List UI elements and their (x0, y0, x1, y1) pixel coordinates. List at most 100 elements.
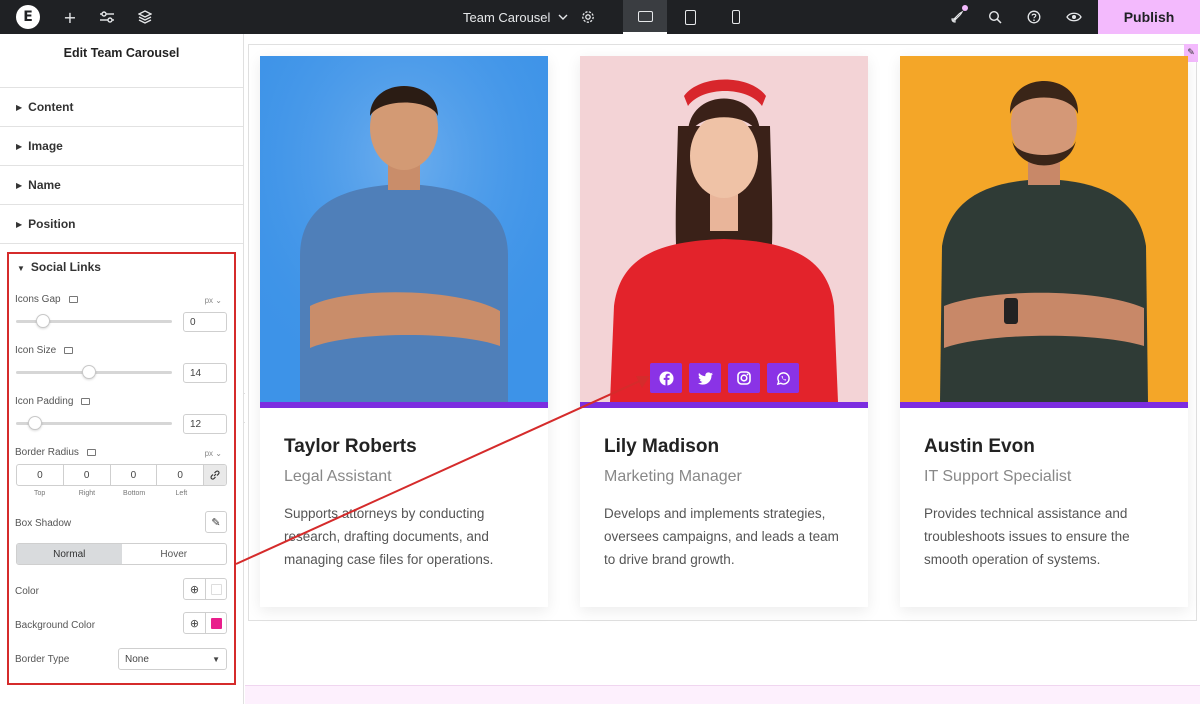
tab-normal[interactable]: Normal (17, 544, 122, 564)
section-image[interactable]: ▶ Image (0, 127, 243, 166)
accent-bar (260, 402, 548, 408)
section-position[interactable]: ▶ Position (0, 205, 243, 244)
team-member-description: Supports attorneys by conducting researc… (284, 506, 494, 567)
border-radius-inputs: 0 0 0 0 (16, 464, 227, 486)
desktop-responsive-icon[interactable] (86, 449, 96, 456)
section-content[interactable]: ▶ Content (0, 88, 243, 127)
section-label: Position (28, 217, 76, 231)
section-label: Social Links (30, 260, 101, 274)
tablet-view-button[interactable] (668, 0, 712, 34)
color-picker: ⊕ (183, 578, 227, 600)
team-member-name: Taylor Roberts (284, 436, 417, 457)
radius-right-input[interactable]: 0 (64, 465, 111, 485)
icon-size-label: Icon Size (15, 345, 74, 356)
radius-bottom-input[interactable]: 0 (111, 465, 158, 485)
help-icon[interactable] (1019, 0, 1049, 34)
team-member-photo (900, 56, 1188, 402)
social-links-section: ▼ Social Links Icons Gap px ⌄ 0 Icon Size… (7, 252, 236, 685)
icons-gap-slider[interactable] (16, 314, 172, 328)
border-radius-label: Border Radius (15, 447, 96, 458)
team-member-name: Lily Madison (604, 436, 720, 457)
side-label: Left (175, 490, 188, 497)
border-type-label: Border Type (15, 654, 70, 665)
search-icon[interactable] (980, 0, 1010, 34)
radius-side-labels: Top Right Bottom Left (16, 490, 205, 497)
side-label: Top (33, 490, 46, 497)
page-title-dropdown[interactable]: Team Carousel (463, 0, 568, 34)
slider-handle[interactable] (82, 365, 97, 379)
link-values-icon[interactable] (204, 465, 226, 485)
mobile-view-button[interactable] (714, 0, 758, 34)
desktop-responsive-icon[interactable] (68, 296, 78, 303)
select-value: None (125, 653, 149, 665)
box-shadow-label: Box Shadow (15, 518, 72, 529)
border-type-select[interactable]: None ▼ (118, 648, 227, 670)
icon-size-slider[interactable] (16, 365, 172, 379)
color-label: Color (15, 586, 39, 597)
team-member-photo (580, 56, 868, 402)
add-element-icon[interactable]: + (55, 0, 85, 34)
accent-bar (900, 402, 1188, 408)
edit-pencil-icon[interactable]: ✎ (205, 511, 227, 533)
desktop-icon (637, 10, 653, 22)
social-links-toggle[interactable]: ▼ Social Links (17, 260, 101, 274)
team-member-photo (260, 56, 548, 402)
globe-icon[interactable]: ⊕ (184, 579, 206, 599)
unit-selector[interactable]: px ⌄ (205, 449, 222, 458)
tablet-icon (684, 9, 696, 25)
slider-handle[interactable] (27, 416, 42, 430)
icons-gap-input[interactable]: 0 (183, 312, 227, 332)
radius-top-input[interactable]: 0 (17, 465, 64, 485)
top-bar: E + Team Carousel Publish (0, 0, 1200, 34)
team-member-description: Develops and implements strategies, over… (604, 506, 839, 567)
whatsapp-icon[interactable] (767, 363, 799, 393)
icon-size-input[interactable]: 14 (183, 363, 227, 383)
caret-down-icon: ▼ (17, 264, 25, 273)
caret-right-icon: ▶ (16, 141, 23, 151)
icons-gap-label: Icons Gap (15, 294, 78, 305)
tab-hover[interactable]: Hover (122, 544, 227, 564)
caret-down-icon: ▼ (212, 654, 220, 664)
section-label: Name (28, 178, 61, 192)
radius-left-input[interactable]: 0 (157, 465, 204, 485)
structure-layers-icon[interactable] (130, 0, 160, 34)
instagram-icon[interactable] (728, 363, 760, 393)
background-color-label: Background Color (15, 620, 96, 631)
notification-dot (962, 5, 968, 11)
state-tabs: Normal Hover (16, 543, 227, 565)
icon-padding-slider[interactable] (16, 416, 172, 430)
side-label: Bottom (123, 490, 146, 497)
team-card: Taylor Roberts Legal Assistant Supports … (260, 56, 548, 607)
team-member-role: Legal Assistant (284, 468, 392, 485)
panel-spacer (0, 72, 243, 88)
section-label: Image (28, 139, 63, 153)
color-swatch[interactable] (206, 579, 226, 599)
site-settings-icon[interactable] (92, 0, 122, 34)
next-section-strip (245, 685, 1200, 704)
chevron-down-icon (558, 12, 568, 23)
preview-eye-icon[interactable] (1059, 0, 1089, 34)
social-links (650, 363, 799, 393)
facebook-icon[interactable] (650, 363, 682, 393)
publish-button[interactable]: Publish (1098, 0, 1200, 34)
desktop-responsive-icon[interactable] (81, 398, 91, 405)
side-label: Right (78, 490, 96, 497)
globe-icon[interactable]: ⊕ (184, 613, 206, 633)
preview-canvas: ✎ Taylor Roberts Legal Assistant Support… (245, 34, 1200, 704)
unit-selector[interactable]: px ⌄ (205, 296, 222, 305)
mobile-icon (732, 10, 740, 24)
icon-padding-input[interactable]: 12 (183, 414, 227, 434)
slider-handle[interactable] (35, 314, 50, 328)
team-card: Lily Madison Marketing Manager Develops … (580, 56, 868, 607)
caret-right-icon: ▶ (16, 219, 23, 229)
team-card: Austin Evon IT Support Specialist Provid… (900, 56, 1188, 607)
desktop-responsive-icon[interactable] (64, 347, 74, 354)
ai-rocket-icon[interactable] (942, 0, 972, 34)
desktop-view-button[interactable] (623, 0, 667, 34)
elementor-logo-icon[interactable]: E (16, 5, 40, 29)
twitter-icon[interactable] (689, 363, 721, 393)
page-settings-gear-icon[interactable] (573, 0, 603, 34)
icon-padding-label: Icon Padding (15, 396, 91, 407)
background-color-swatch[interactable] (206, 613, 226, 633)
section-name[interactable]: ▶ Name (0, 166, 243, 205)
